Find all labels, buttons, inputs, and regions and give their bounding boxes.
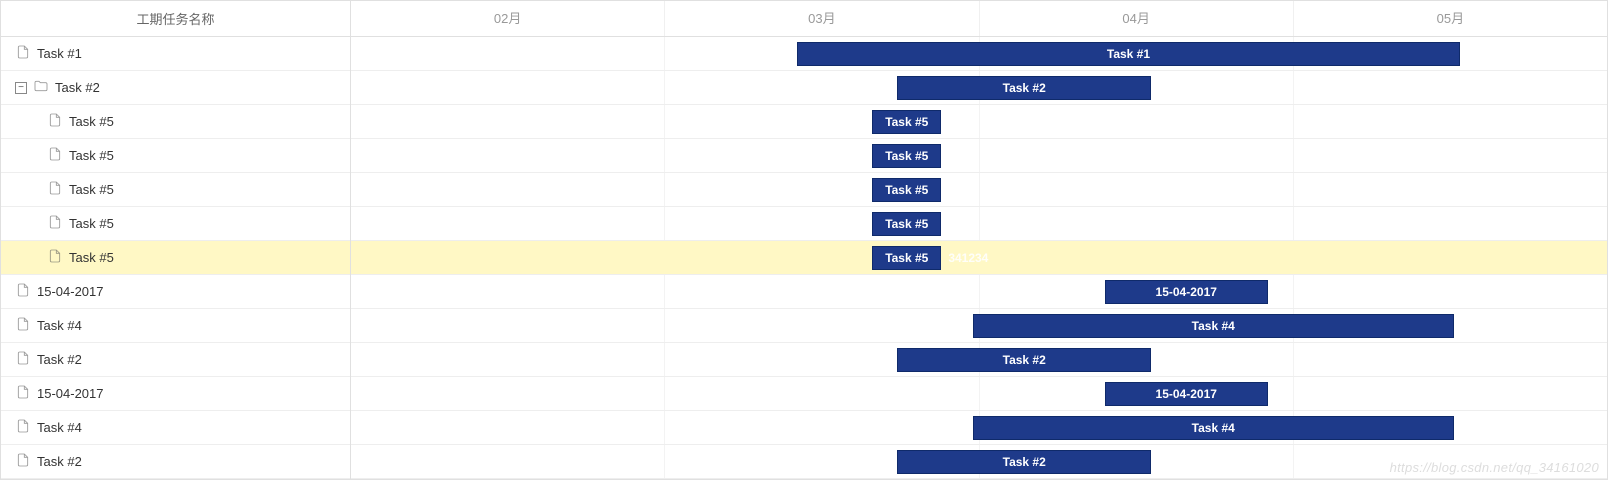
- bar-label: Task #5: [885, 251, 928, 265]
- folder-icon: [33, 78, 49, 97]
- task-row[interactable]: Task #5: [1, 173, 350, 207]
- bar-label: Task #2: [1003, 455, 1046, 469]
- gantt-bar[interactable]: Task #2: [897, 348, 1151, 372]
- file-icon: [15, 282, 31, 301]
- task-tree-panel: 工期任务名称 Task #1 Task #2 Task #5 Task #5 Task …: [1, 1, 351, 479]
- tree-header: 工期任务名称: [1, 1, 350, 37]
- task-name: Task #2: [55, 80, 100, 95]
- file-icon: [15, 452, 31, 471]
- task-row[interactable]: Task #1: [1, 37, 350, 71]
- gantt-bar[interactable]: Task #4: [973, 416, 1454, 440]
- bar-label: Task #4: [1192, 319, 1235, 333]
- file-icon: [47, 214, 63, 233]
- task-row[interactable]: Task #2: [1, 343, 350, 377]
- file-icon: [47, 112, 63, 131]
- file-icon: [15, 44, 31, 63]
- file-icon: [15, 350, 31, 369]
- timeline-row: Task #5 341234: [351, 241, 1607, 275]
- task-name: Task #5: [69, 114, 114, 129]
- timeline-row: Task #1: [351, 37, 1607, 71]
- timeline-row: 15-04-2017: [351, 377, 1607, 411]
- bar-label: Task #1: [1107, 47, 1150, 61]
- month-column: 03月: [665, 1, 979, 36]
- task-name: Task #5: [69, 250, 114, 265]
- bar-label: 15-04-2017: [1156, 387, 1217, 401]
- timeline-panel: 02月03月04月05月 Task #1 Task #2 Task #5 Task #…: [351, 1, 1607, 479]
- month-column: 02月: [351, 1, 665, 36]
- file-icon: [47, 248, 63, 267]
- expand-toggle[interactable]: [15, 82, 27, 94]
- task-name: Task #1: [37, 46, 82, 61]
- gantt-bar[interactable]: Task #1: [797, 42, 1460, 66]
- bar-label: Task #5: [885, 149, 928, 163]
- tree-header-label: 工期任务名称: [136, 9, 214, 28]
- bar-label: Task #5: [885, 183, 928, 197]
- timeline-row: Task #5: [351, 105, 1607, 139]
- timeline-row: Task #4: [351, 309, 1607, 343]
- task-row[interactable]: Task #4: [1, 411, 350, 445]
- task-name: Task #5: [69, 148, 114, 163]
- task-name: Task #4: [37, 318, 82, 333]
- gantt-bar[interactable]: Task #2: [897, 450, 1151, 474]
- task-row[interactable]: Task #2: [1, 445, 350, 479]
- bar-label: 15-04-2017: [1156, 285, 1217, 299]
- bar-label: Task #4: [1192, 421, 1235, 435]
- task-row[interactable]: 15-04-2017: [1, 377, 350, 411]
- bar-label: Task #5: [885, 217, 928, 231]
- gantt-bar[interactable]: Task #4: [973, 314, 1454, 338]
- task-name: Task #4: [37, 420, 82, 435]
- timeline-row: Task #5: [351, 173, 1607, 207]
- file-icon: [47, 146, 63, 165]
- task-row[interactable]: Task #2: [1, 71, 350, 105]
- file-icon: [15, 418, 31, 437]
- task-row[interactable]: Task #5: [1, 207, 350, 241]
- task-row[interactable]: Task #4: [1, 309, 350, 343]
- gantt-bar[interactable]: Task #2: [897, 76, 1151, 100]
- timeline-row: Task #5: [351, 139, 1607, 173]
- task-row[interactable]: Task #5: [1, 139, 350, 173]
- gantt-bar[interactable]: 15-04-2017: [1105, 280, 1268, 304]
- bar-label: Task #2: [1003, 353, 1046, 367]
- month-column: 05月: [1294, 1, 1607, 36]
- timeline-row: Task #5: [351, 207, 1607, 241]
- gantt-bar[interactable]: Task #5: [872, 144, 941, 168]
- timeline-row: Task #2: [351, 445, 1607, 479]
- task-name: Task #5: [69, 182, 114, 197]
- timeline-row: Task #2: [351, 343, 1607, 377]
- timeline-row: Task #2: [351, 71, 1607, 105]
- gantt-bar[interactable]: Task #5341234: [872, 246, 941, 270]
- task-name: Task #5: [69, 216, 114, 231]
- task-name: 15-04-2017: [37, 386, 104, 401]
- file-icon: [15, 384, 31, 403]
- gantt-chart: 工期任务名称 Task #1 Task #2 Task #5 Task #5 Task …: [0, 0, 1608, 480]
- gantt-bar[interactable]: Task #5: [872, 212, 941, 236]
- bar-annotation: 341234: [948, 251, 988, 265]
- bar-label: Task #2: [1003, 81, 1046, 95]
- task-name: Task #2: [37, 352, 82, 367]
- file-icon: [15, 316, 31, 335]
- bar-label: Task #5: [885, 115, 928, 129]
- timeline-row: Task #4: [351, 411, 1607, 445]
- task-name: Task #2: [37, 454, 82, 469]
- timeline-row: 15-04-2017: [351, 275, 1607, 309]
- gantt-bar[interactable]: Task #5: [872, 110, 941, 134]
- task-name: 15-04-2017: [37, 284, 104, 299]
- month-column: 04月: [980, 1, 1294, 36]
- task-row[interactable]: Task #5: [1, 105, 350, 139]
- task-row[interactable]: Task #5: [1, 241, 350, 275]
- task-row[interactable]: 15-04-2017: [1, 275, 350, 309]
- timeline-header: 02月03月04月05月: [351, 1, 1607, 37]
- file-icon: [47, 180, 63, 199]
- gantt-bar[interactable]: Task #5: [872, 178, 941, 202]
- gantt-bar[interactable]: 15-04-2017: [1105, 382, 1268, 406]
